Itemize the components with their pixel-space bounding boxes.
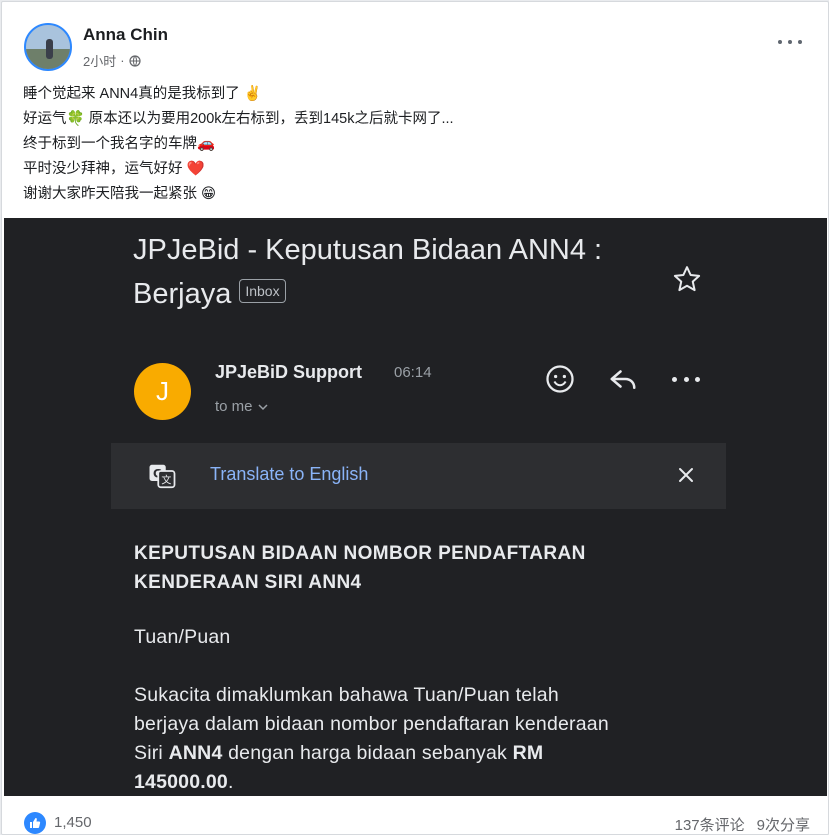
recipient-info: to me [215,398,268,415]
star-icon [673,266,701,292]
globe-icon [128,54,141,67]
post-line: 睡个觉起来 ANN4真的是我标到了 ✌️ [23,86,262,102]
translate-bar: G文 Translate to English [111,443,726,509]
svg-text:文: 文 [161,474,171,487]
reply-icon [610,370,636,389]
sender-time: 06:14 [394,364,432,381]
sender-avatar: J [134,363,191,420]
post-options-icon[interactable] [778,32,802,52]
more-options-icon [672,372,700,386]
translate-icon: G文 [149,464,176,489]
post-text: 睡个觉起来 ANN4真的是我标到了 ✌️ 好运气🍀 原本还以为要用200k左右标… [23,82,454,207]
facebook-post-card: Anna Chin 2小时 · 睡个觉起来 ANN4真的是我标到了 ✌️ 好运气… [1,1,829,835]
post-time[interactable]: 2小时 [83,51,116,70]
comment-count[interactable]: 137条评论 [675,814,745,834]
author-name[interactable]: Anna Chin [83,25,168,45]
email-subject: JPJeBid - Keputusan Bidaan ANN4 : Berjay… [133,234,603,310]
like-icon [24,812,46,834]
email-paragraph: Sukacita dimaklumkan bahawa Tuan/Puan te… [134,684,609,793]
inbox-label: Inbox [239,279,286,304]
engagement-stats: 137条评论 9次分享 [675,814,810,834]
share-count[interactable]: 9次分享 [757,814,810,834]
emoji-icon [546,365,574,393]
close-icon [679,468,693,482]
sender-name: JPJeBiD Support [215,362,363,382]
email-salutation: Tuan/Puan [134,626,231,648]
post-line: 好运气🍀 原本还以为要用200k左右标到，丢到145k之后就卡网了... [23,111,454,127]
post-meta: 2小时 · [83,51,141,70]
post-line: 谢谢大家昨天陪我一起紧张 😁 [23,186,217,202]
post-footer: 1,450 137条评论 9次分享 [2,796,828,834]
post-line: 终于标到一个我名字的车牌🚗 [23,136,216,152]
post-line: 平时没少拜神，运气好好 ❤️ [23,161,205,177]
chevron-down-icon [257,403,268,410]
translate-link: Translate to English [210,464,369,484]
author-avatar[interactable] [24,23,72,71]
reaction-count[interactable]: 1,450 [54,814,92,831]
email-heading: KEPUTUSAN BIDAAN NOMBOR PENDAFTARAN KEND… [134,543,586,593]
